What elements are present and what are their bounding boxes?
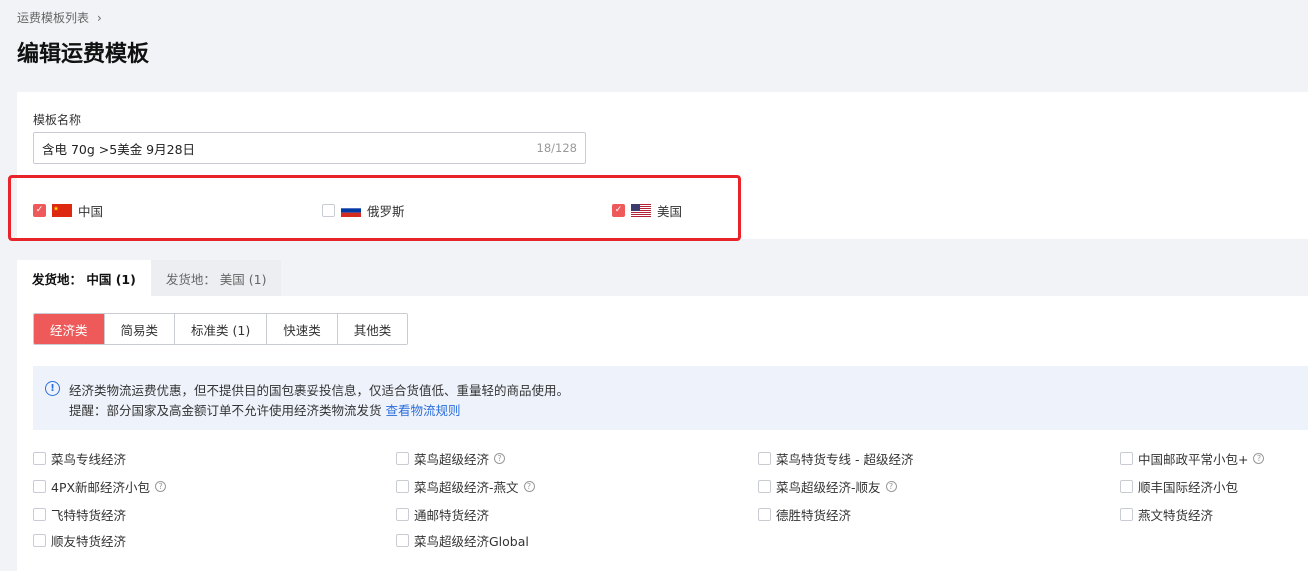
- logistics-card: 经济类 简易类 标准类 (1) 快速类 其他类 ! 经济类物流运费优惠，但不提供…: [17, 296, 1308, 571]
- country-label: 俄罗斯: [367, 204, 405, 219]
- checkbox-unchecked-icon[interactable]: [33, 480, 46, 493]
- template-name-input[interactable]: 含电 70g >5美金 9月28日 18/128: [33, 132, 586, 164]
- logistics-option[interactable]: 菜鸟专线经济: [33, 449, 126, 468]
- info-notice: ! 经济类物流运费优惠，但不提供目的国包裹妥投信息，仅适合货值低、重量轻的商品使…: [33, 366, 1308, 430]
- tab-origin-usa[interactable]: 发货地： 美国 (1): [150, 260, 282, 296]
- logistics-label: 顺丰国际经济小包: [1138, 480, 1239, 495]
- cn-flag-icon: [52, 204, 72, 217]
- country-label: 中国: [78, 204, 104, 219]
- logistics-label: 飞特特货经济: [51, 508, 127, 523]
- checkbox-unchecked-icon[interactable]: [396, 508, 409, 521]
- checkbox-unchecked-icon[interactable]: [396, 452, 409, 465]
- logistics-option[interactable]: 燕文特货经济: [1120, 505, 1213, 524]
- us-flag-icon: [631, 204, 651, 217]
- checkbox-unchecked-icon[interactable]: [1120, 508, 1133, 521]
- logistics-label: 菜鸟特货专线 - 超级经济: [776, 452, 914, 467]
- category-simple[interactable]: 简易类: [103, 314, 175, 344]
- category-economy[interactable]: 经济类: [34, 314, 104, 344]
- country-label: 美国: [657, 204, 683, 219]
- logistics-option[interactable]: 菜鸟特货专线 - 超级经济: [758, 449, 913, 468]
- checkbox-unchecked-icon[interactable]: [33, 508, 46, 521]
- country-option-ru[interactable]: 俄罗斯: [322, 201, 405, 220]
- logistics-label: 德胜特货经济: [776, 508, 852, 523]
- notice-line-2: 提醒：部分国家及高金额订单不允许使用经济类物流发货 查看物流规则: [69, 400, 461, 419]
- help-icon[interactable]: ?: [885, 481, 897, 492]
- checkbox-unchecked-icon[interactable]: [1120, 480, 1133, 493]
- logistics-label: 菜鸟专线经济: [51, 452, 127, 467]
- template-name-value[interactable]: 含电 70g >5美金 9月28日: [42, 139, 537, 158]
- breadcrumb: 运费模板列表 ›: [17, 9, 102, 26]
- origin-tabs: 发货地： 中国 (1) 发货地： 美国 (1): [17, 260, 282, 296]
- category-segmented-control: 经济类 简易类 标准类 (1) 快速类 其他类: [33, 313, 409, 345]
- country-selection-highlight: ✓ 中国 俄罗斯 ✓ 美国: [8, 175, 741, 241]
- ru-flag-icon: [341, 204, 361, 217]
- logistics-label: 菜鸟超级经济: [414, 452, 490, 467]
- country-option-us[interactable]: ✓ 美国: [612, 201, 682, 220]
- logistics-option[interactable]: 菜鸟超级经济?: [396, 449, 506, 468]
- logistics-option[interactable]: 飞特特货经济: [33, 505, 126, 524]
- logistics-label: 顺友特货经济: [51, 534, 127, 549]
- info-icon: !: [45, 381, 60, 396]
- checkbox-unchecked-icon[interactable]: [758, 480, 771, 493]
- category-express[interactable]: 快速类: [266, 314, 337, 344]
- help-icon[interactable]: ?: [523, 481, 535, 492]
- logistics-label: 菜鸟超级经济Global: [414, 534, 529, 549]
- breadcrumb-link[interactable]: 运费模板列表: [17, 9, 89, 26]
- logistics-option[interactable]: 顺友特货经济: [33, 531, 126, 550]
- country-option-cn[interactable]: ✓ 中国: [33, 201, 103, 220]
- checkbox-unchecked-icon[interactable]: [33, 534, 46, 547]
- logistics-label: 4PX新邮经济小包: [51, 480, 151, 495]
- checkbox-unchecked-icon[interactable]: [322, 204, 335, 217]
- tab-origin-china[interactable]: 发货地： 中国 (1): [17, 260, 151, 296]
- template-name-label: 模板名称: [33, 113, 82, 127]
- category-standard[interactable]: 标准类 (1): [174, 314, 267, 344]
- checkbox-unchecked-icon[interactable]: [396, 534, 409, 547]
- category-other[interactable]: 其他类: [336, 314, 408, 344]
- notice-text: 提醒：部分国家及高金额订单不允许使用经济类物流发货: [69, 403, 386, 418]
- checkbox-unchecked-icon[interactable]: [1120, 452, 1133, 465]
- logistics-option[interactable]: 菜鸟超级经济Global: [396, 531, 529, 550]
- logistics-option[interactable]: 菜鸟超级经济-燕文?: [396, 477, 535, 496]
- logistics-rules-link[interactable]: 查看物流规则: [385, 403, 460, 418]
- logistics-option[interactable]: 4PX新邮经济小包?: [33, 477, 167, 496]
- checkbox-unchecked-icon[interactable]: [396, 480, 409, 493]
- logistics-label: 通邮特货经济: [414, 508, 490, 523]
- chevron-right-icon: ›: [97, 10, 102, 25]
- page-title: 编辑运费模板: [17, 42, 150, 67]
- help-icon[interactable]: ?: [494, 453, 506, 464]
- checkbox-unchecked-icon[interactable]: [33, 452, 46, 465]
- help-icon[interactable]: ?: [1253, 453, 1265, 464]
- checkbox-checked-icon[interactable]: ✓: [612, 204, 625, 217]
- logistics-option[interactable]: 德胜特货经济: [758, 505, 851, 524]
- help-icon[interactable]: ?: [155, 481, 167, 492]
- logistics-label: 中国邮政平常小包+: [1138, 452, 1249, 467]
- char-count: 18/128: [536, 141, 577, 155]
- logistics-label: 菜鸟超级经济-燕文: [414, 480, 519, 495]
- checkbox-unchecked-icon[interactable]: [758, 452, 771, 465]
- checkbox-checked-icon[interactable]: ✓: [33, 204, 46, 217]
- logistics-label: 菜鸟超级经济-顺友: [776, 480, 881, 495]
- notice-line-1: 经济类物流运费优惠，但不提供目的国包裹妥投信息，仅适合货值低、重量轻的商品使用。: [69, 383, 570, 398]
- template-card: 模板名称 含电 70g >5美金 9月28日 18/128 ✓ 中国 俄罗斯 ✓: [8, 92, 1308, 241]
- logistics-option[interactable]: 菜鸟超级经济-顺友?: [758, 477, 897, 496]
- logistics-option[interactable]: 通邮特货经济: [396, 505, 489, 524]
- logistics-option[interactable]: 顺丰国际经济小包: [1120, 477, 1238, 496]
- checkbox-unchecked-icon[interactable]: [758, 508, 771, 521]
- logistics-option[interactable]: 中国邮政平常小包+?: [1120, 449, 1265, 468]
- logistics-label: 燕文特货经济: [1138, 508, 1214, 523]
